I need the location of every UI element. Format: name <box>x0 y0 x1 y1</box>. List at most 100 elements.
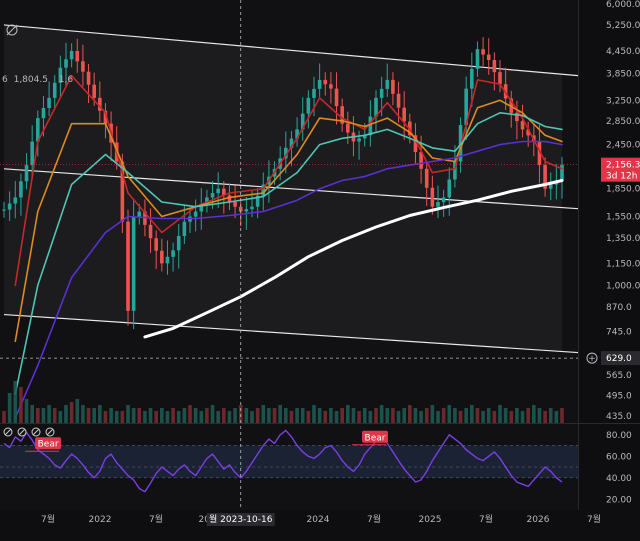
volume-bar <box>306 411 311 423</box>
candle-body <box>30 141 34 166</box>
price-tick-label: 495.0 <box>606 392 632 402</box>
volume-bar <box>554 411 559 423</box>
volume-bar <box>7 393 12 423</box>
rsi-tick-label: 60.00 <box>606 452 632 462</box>
volume-bar <box>419 411 423 423</box>
candle-body <box>346 123 350 133</box>
volume-bar <box>86 408 91 423</box>
volume-bar <box>413 408 418 423</box>
time-tick-label: 7월 <box>149 513 163 525</box>
volume-bar <box>58 411 63 423</box>
candle-body <box>154 238 158 251</box>
volume-bar <box>126 405 130 423</box>
volume-bar <box>143 411 147 423</box>
candle-body <box>69 50 74 60</box>
ma-legend-value-1: 1,804.5 <box>14 75 48 85</box>
volume-bar <box>520 411 525 423</box>
volume-bar <box>47 405 51 423</box>
price-tick-label: 565.0 <box>606 371 632 381</box>
volume-bar <box>182 408 187 423</box>
volume-bar <box>148 408 153 423</box>
price-tick-label: 5,250.0 <box>606 21 640 31</box>
candle-body <box>131 216 136 311</box>
volume-bar <box>2 411 6 423</box>
volume-bar <box>391 408 395 423</box>
candle-body <box>64 59 68 68</box>
volume-bar <box>250 411 254 423</box>
candle-body <box>193 211 198 217</box>
volume-bar <box>199 411 204 423</box>
volume-bar <box>13 381 18 423</box>
rsi-tick-label: 80.00 <box>606 431 632 441</box>
candle-body <box>250 206 254 210</box>
rsi-tick-label: 40.00 <box>606 474 632 484</box>
volume-bar <box>385 408 390 423</box>
time-tick-label: 2024 <box>307 515 330 525</box>
volume-bar <box>340 408 344 423</box>
time-tick-label: 7월 <box>41 513 55 525</box>
candle-body <box>396 93 401 108</box>
time-tick-label: 2025 <box>419 515 442 525</box>
ma-legend-value-2: 1,6 <box>59 75 74 85</box>
volume-bar <box>278 405 282 423</box>
candle-body <box>92 84 96 98</box>
bear-label-1: Bear <box>365 433 386 443</box>
price-tick-label: 1,350.0 <box>606 234 640 244</box>
candle-body <box>244 209 249 212</box>
volume-bar <box>165 411 170 423</box>
volume-bar <box>19 387 23 423</box>
candle-body <box>160 250 164 264</box>
candlestick-chart[interactable]: Bear Bear 6,000.0 5,250.0 4,450.0 3,850.0 3,2… <box>0 0 640 541</box>
price-tick-label: 4,450.0 <box>606 47 640 57</box>
time-tick-label: 7월 <box>367 513 381 525</box>
crosshair-time-value: 월 2023-10-16 <box>209 513 273 525</box>
candle-body <box>233 202 237 207</box>
price-tick-label: 3,850.0 <box>606 70 640 80</box>
candle-body <box>470 68 474 89</box>
candle-body <box>548 184 553 189</box>
candle-body <box>492 59 497 73</box>
volume-bar <box>92 408 96 423</box>
candle-body <box>137 211 142 217</box>
volume-bar <box>329 408 333 423</box>
volume-bar <box>560 408 564 423</box>
volume-bar <box>436 411 440 423</box>
rsi-tick-label: 20.00 <box>606 495 632 505</box>
candle-body <box>52 82 57 98</box>
price-tick-label: 2,450.0 <box>606 141 640 151</box>
volume-bar <box>154 411 158 423</box>
candle-body <box>498 72 502 85</box>
volume-bar <box>368 411 373 423</box>
volume-bar <box>227 411 232 423</box>
time-tick-label: 2022 <box>89 515 112 525</box>
volume-bar <box>379 405 384 423</box>
volume-bar <box>103 411 108 423</box>
candle-body <box>334 88 339 107</box>
volume-bar <box>334 411 339 423</box>
candle-body <box>126 221 130 311</box>
volume-bar <box>98 405 102 423</box>
price-tick-label: 1,150.0 <box>606 259 640 269</box>
volume-bar <box>160 408 164 423</box>
time-tick-label: 7월 <box>479 513 493 525</box>
volume-bar <box>24 399 29 423</box>
candle-body <box>165 256 170 264</box>
candle-body <box>560 164 564 181</box>
volume-bar <box>537 408 542 423</box>
candle-body <box>182 221 187 236</box>
volume-bar <box>36 408 40 423</box>
price-tick-label: 745.0 <box>606 328 632 338</box>
volume-bar <box>475 408 480 423</box>
candle-body <box>216 188 220 194</box>
volume-bar <box>64 405 68 423</box>
volume-bar <box>193 408 198 423</box>
volume-bar <box>272 408 277 423</box>
volume-bar <box>52 408 57 423</box>
volume-bar <box>408 405 412 423</box>
candle-body <box>368 116 373 136</box>
candle-body <box>385 79 390 89</box>
price-tick-label: 1,550.0 <box>606 213 640 223</box>
volume-bar <box>357 411 361 423</box>
time-tick-label: 2026 <box>527 515 550 525</box>
volume-bar <box>481 411 485 423</box>
